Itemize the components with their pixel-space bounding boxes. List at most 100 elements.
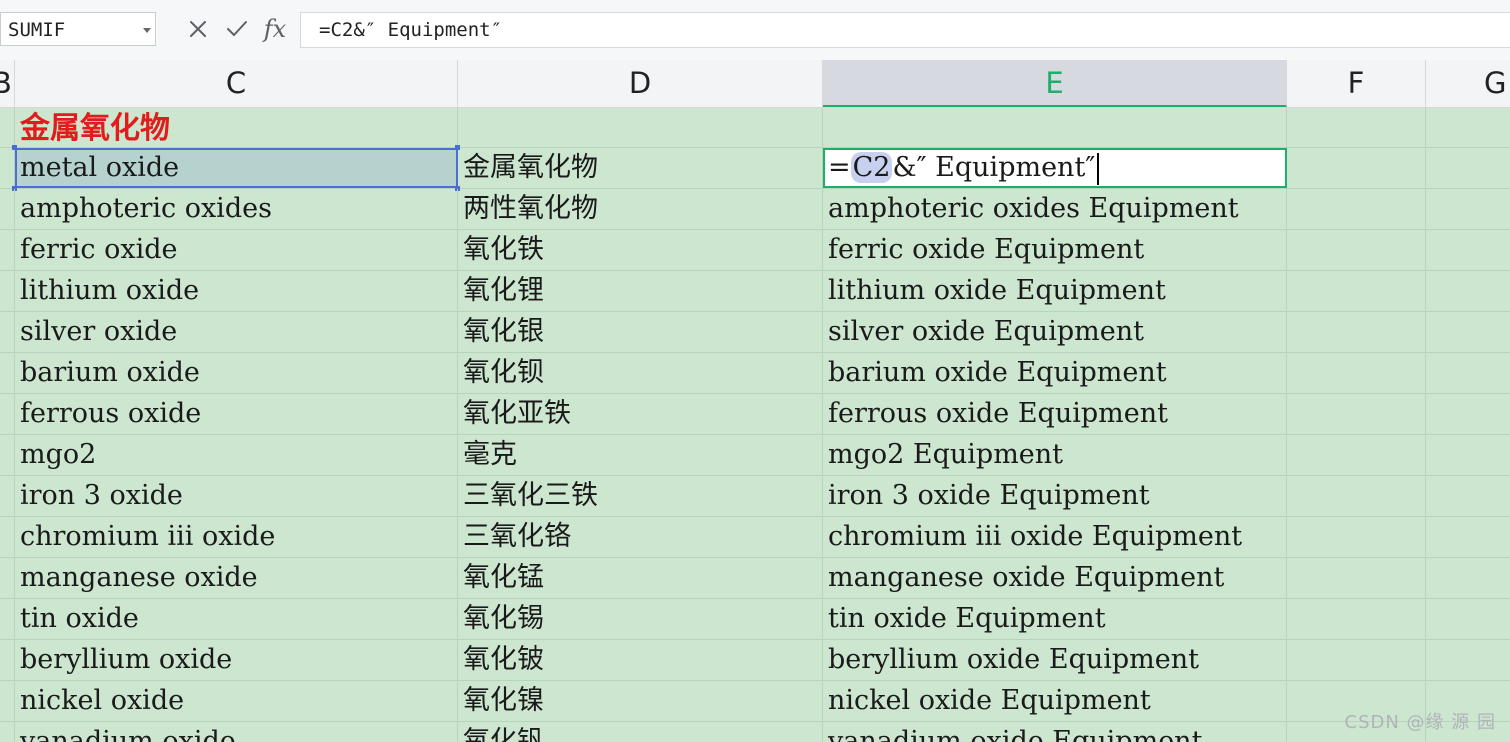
column-header-c[interactable]: C	[15, 60, 458, 107]
cell-d13[interactable]: 氧化锡	[458, 599, 823, 639]
cell-e4[interactable]: ferric oxide Equipment	[823, 230, 1287, 270]
cell-f7[interactable]	[1287, 353, 1426, 393]
cell-d16[interactable]: 氧化钒	[458, 722, 823, 742]
cell-f14[interactable]	[1287, 640, 1426, 680]
cell-g13[interactable]	[1426, 599, 1510, 639]
cell-c3[interactable]: amphoteric oxides	[15, 189, 458, 229]
cell-b8[interactable]	[0, 394, 15, 434]
cell-d14[interactable]: 氧化铍	[458, 640, 823, 680]
formula-input[interactable]: =C2&″ Equipment″	[300, 12, 1510, 48]
cell-g3[interactable]	[1426, 189, 1510, 229]
editing-cell-e2[interactable]: =C2&″ Equipment″	[823, 148, 1287, 188]
column-header-e[interactable]: E	[823, 60, 1287, 107]
cell-f11[interactable]	[1287, 517, 1426, 557]
cell-c7[interactable]: barium oxide	[15, 353, 458, 393]
cell-f6[interactable]	[1287, 312, 1426, 352]
cell-c16[interactable]: vanadium oxide	[15, 722, 458, 742]
cell-f12[interactable]	[1287, 558, 1426, 598]
cell-d12[interactable]: 氧化锰	[458, 558, 823, 598]
cell-b6[interactable]	[0, 312, 15, 352]
cell-b15[interactable]	[0, 681, 15, 721]
cell-b14[interactable]	[0, 640, 15, 680]
cell-d5[interactable]: 氧化锂	[458, 271, 823, 311]
cell-g5[interactable]	[1426, 271, 1510, 311]
title-cell[interactable]: 金属氧化物	[15, 108, 458, 147]
selection-handle[interactable]	[12, 145, 17, 150]
cell-e5[interactable]: lithium oxide Equipment	[823, 271, 1287, 311]
cell-g9[interactable]	[1426, 435, 1510, 475]
cell-d7[interactable]: 氧化钡	[458, 353, 823, 393]
cell-e16[interactable]: vanadium oxide Equipment	[823, 722, 1287, 742]
cell-f3[interactable]	[1287, 189, 1426, 229]
cell-f5[interactable]	[1287, 271, 1426, 311]
cell-f8[interactable]	[1287, 394, 1426, 434]
cell-d11[interactable]: 三氧化铬	[458, 517, 823, 557]
cell-b1[interactable]	[0, 108, 15, 147]
cell-e6[interactable]: silver oxide Equipment	[823, 312, 1287, 352]
cell-b11[interactable]	[0, 517, 15, 557]
cell-c6[interactable]: silver oxide	[15, 312, 458, 352]
cell-d10[interactable]: 三氧化三铁	[458, 476, 823, 516]
cell-c9[interactable]: mgo2	[15, 435, 458, 475]
cell-d6[interactable]: 氧化银	[458, 312, 823, 352]
column-header-f[interactable]: F	[1287, 60, 1426, 107]
cell-f1[interactable]	[1287, 108, 1426, 147]
cell-f4[interactable]	[1287, 230, 1426, 270]
cell-e14[interactable]: beryllium oxide Equipment	[823, 640, 1287, 680]
cell-g12[interactable]	[1426, 558, 1510, 598]
cell-e8[interactable]: ferrous oxide Equipment	[823, 394, 1287, 434]
cell-e3[interactable]: amphoteric oxides Equipment	[823, 189, 1287, 229]
cell-d4[interactable]: 氧化铁	[458, 230, 823, 270]
cell-g2[interactable]	[1426, 148, 1510, 188]
cell-b13[interactable]	[0, 599, 15, 639]
column-header-d[interactable]: D	[458, 60, 823, 107]
cell-g11[interactable]	[1426, 517, 1510, 557]
cell-e9[interactable]: mgo2 Equipment	[823, 435, 1287, 475]
selected-cell-c2[interactable]: metal oxide	[12, 145, 460, 191]
cell-f2[interactable]	[1287, 148, 1426, 188]
cell-b5[interactable]	[0, 271, 15, 311]
cell-d9[interactable]: 毫克	[458, 435, 823, 475]
cell-e11[interactable]: chromium iii oxide Equipment	[823, 517, 1287, 557]
cell-b12[interactable]	[0, 558, 15, 598]
cell-d15[interactable]: 氧化镍	[458, 681, 823, 721]
name-box[interactable]: SUMIF	[0, 12, 156, 46]
cell-e15[interactable]: nickel oxide Equipment	[823, 681, 1287, 721]
cell-e7[interactable]: barium oxide Equipment	[823, 353, 1287, 393]
column-header-g[interactable]: G	[1426, 60, 1510, 107]
insert-function-button[interactable]: fx	[258, 14, 292, 44]
cell-c13[interactable]: tin oxide	[15, 599, 458, 639]
cell-g6[interactable]	[1426, 312, 1510, 352]
cell-d3[interactable]: 两性氧化物	[458, 189, 823, 229]
cell-e12[interactable]: manganese oxide Equipment	[823, 558, 1287, 598]
cell-b4[interactable]	[0, 230, 15, 270]
cell-b2[interactable]	[0, 148, 15, 188]
cell-f9[interactable]	[1287, 435, 1426, 475]
cell-g4[interactable]	[1426, 230, 1510, 270]
cell-c5[interactable]: lithium oxide	[15, 271, 458, 311]
cell-g7[interactable]	[1426, 353, 1510, 393]
cell-c11[interactable]: chromium iii oxide	[15, 517, 458, 557]
cell-b9[interactable]	[0, 435, 15, 475]
cell-g14[interactable]	[1426, 640, 1510, 680]
chevron-down-icon[interactable]	[143, 28, 151, 33]
cell-c10[interactable]: iron 3 oxide	[15, 476, 458, 516]
cell-c14[interactable]: beryllium oxide	[15, 640, 458, 680]
cell-b3[interactable]	[0, 189, 15, 229]
cell-g10[interactable]	[1426, 476, 1510, 516]
cell-b16[interactable]	[0, 722, 15, 742]
cell-g8[interactable]	[1426, 394, 1510, 434]
cell-d2[interactable]: 金属氧化物	[458, 148, 823, 188]
cell-c15[interactable]: nickel oxide	[15, 681, 458, 721]
cell-b7[interactable]	[0, 353, 15, 393]
cell-c4[interactable]: ferric oxide	[15, 230, 458, 270]
column-header-b[interactable]: B	[0, 60, 15, 107]
enter-formula-button[interactable]	[222, 14, 252, 44]
cell-c12[interactable]: manganese oxide	[15, 558, 458, 598]
cell-b10[interactable]	[0, 476, 15, 516]
cell-e1[interactable]	[823, 108, 1287, 147]
cell-d1[interactable]	[458, 108, 823, 147]
cell-f10[interactable]	[1287, 476, 1426, 516]
cell-f13[interactable]	[1287, 599, 1426, 639]
cell-e10[interactable]: iron 3 oxide Equipment	[823, 476, 1287, 516]
